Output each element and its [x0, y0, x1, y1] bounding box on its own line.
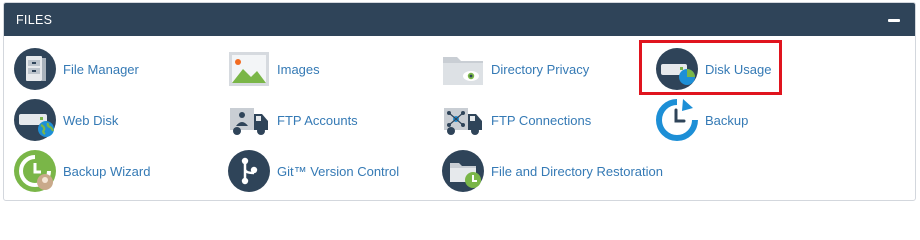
directory-privacy-label: Directory Privacy [491, 61, 590, 77]
ftp-accounts-link[interactable]: FTP Accounts [227, 98, 358, 142]
ftp-connections-link[interactable]: FTP Connections [441, 98, 591, 142]
disk-usage-highlight-box [639, 40, 782, 95]
ftp-accounts-icon [230, 108, 268, 135]
backup-wizard-link[interactable]: Backup Wizard [13, 149, 150, 193]
git-version-control-link[interactable]: Git™ Version Control [227, 149, 399, 193]
web-disk-link[interactable]: Web Disk [13, 98, 118, 142]
ftp-accounts-label: FTP Accounts [277, 112, 358, 128]
web-disk-icon [14, 99, 56, 141]
panel-title: FILES [16, 13, 53, 27]
file-restoration-link[interactable]: File and Directory Restoration [441, 149, 663, 193]
file-restoration-label: File and Directory Restoration [491, 163, 663, 179]
file-manager-label: File Manager [63, 61, 139, 77]
git-icon [228, 150, 270, 192]
backup-wizard-icon [14, 150, 56, 192]
file-restoration-icon [442, 150, 484, 192]
images-label: Images [277, 61, 320, 77]
backup-link[interactable]: Backup [655, 98, 748, 142]
ftp-connections-label: FTP Connections [491, 112, 592, 128]
backup-wizard-label: Backup Wizard [63, 163, 151, 179]
backup-label: Backup [705, 112, 749, 128]
images-link[interactable]: Images [227, 47, 320, 91]
git-version-control-label: Git™ Version Control [277, 163, 400, 179]
minus-icon[interactable] [887, 13, 901, 27]
web-disk-label: Web Disk [63, 112, 119, 128]
directory-privacy-icon [443, 57, 483, 85]
backup-icon [656, 99, 698, 141]
panel-header[interactable]: FILES [4, 3, 915, 36]
ftp-connections-icon [444, 108, 482, 135]
directory-privacy-link[interactable]: Directory Privacy [441, 47, 589, 91]
file-manager-icon [14, 48, 56, 90]
images-icon [229, 52, 269, 86]
file-manager-link[interactable]: File Manager [13, 47, 139, 91]
